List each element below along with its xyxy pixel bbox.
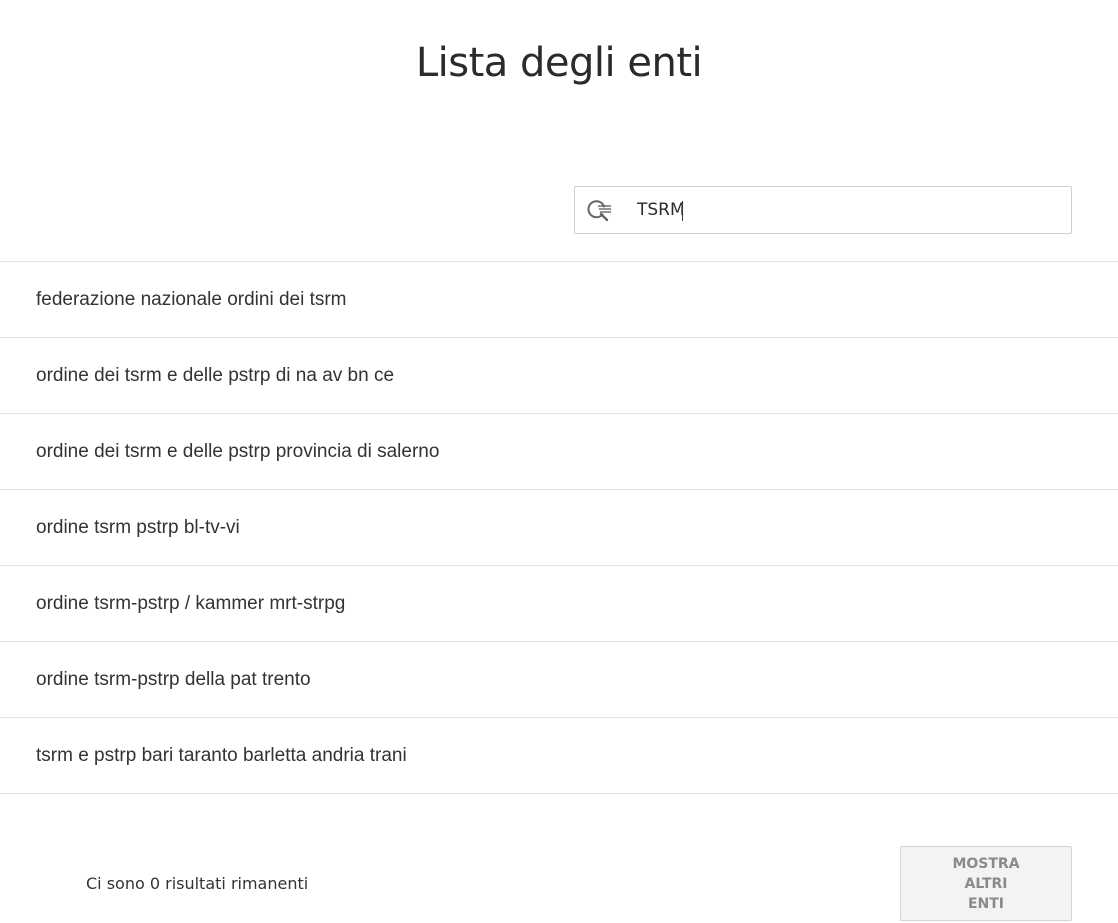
list-item[interactable]: tsrm e pstrp bari taranto barletta andri… — [0, 718, 1118, 794]
list-item[interactable]: ordine tsrm pstrp bl-tv-vi — [0, 490, 1118, 566]
page-title: Lista degli enti — [415, 40, 703, 86]
show-more-button-label: MOSTRA ALTRI ENTI — [952, 855, 1020, 912]
list-item[interactable]: ordine dei tsrm e delle pstrp provincia … — [0, 414, 1118, 490]
list-item[interactable]: ordine tsrm-pstrp della pat trento — [0, 642, 1118, 718]
show-more-button[interactable]: MOSTRA ALTRI ENTI — [900, 846, 1072, 921]
list-item[interactable]: ordine tsrm-pstrp / kammer mrt-strpg — [0, 566, 1118, 642]
text-caret — [682, 201, 683, 221]
search-input[interactable] — [637, 187, 1057, 233]
search-icon[interactable] — [587, 198, 613, 224]
list-item[interactable]: ordine dei tsrm e delle pstrp di na av b… — [0, 338, 1118, 414]
list-item[interactable]: federazione nazionale ordini dei tsrm — [0, 262, 1118, 338]
remaining-results-text: Ci sono 0 risultati rimanenti — [86, 874, 309, 893]
search-box[interactable] — [574, 186, 1072, 234]
results-list: federazione nazionale ordini dei tsrm or… — [0, 261, 1118, 794]
